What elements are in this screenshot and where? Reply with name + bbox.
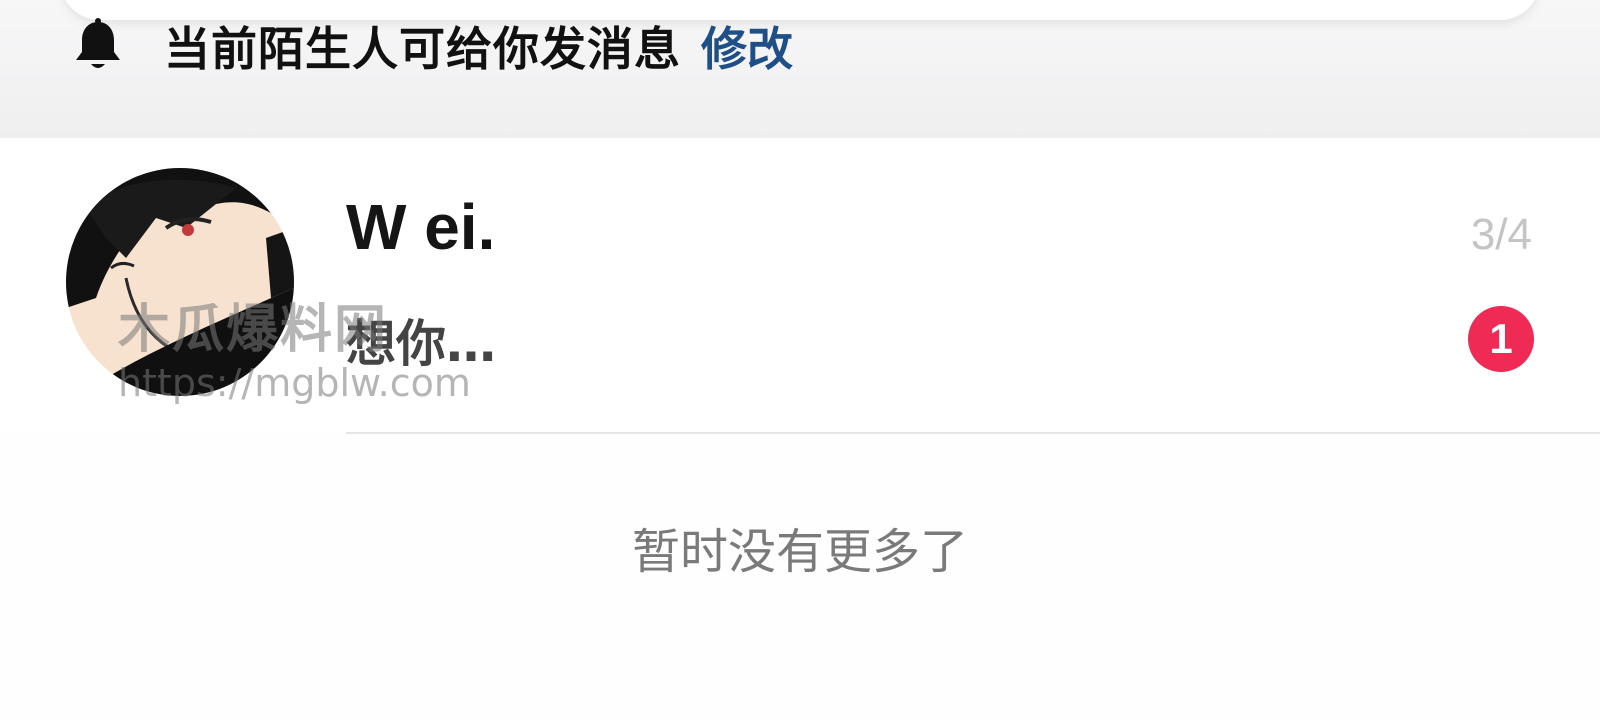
bell-icon [76, 18, 120, 68]
notice-row: 当前陌生人可给你发消息 修改 [72, 14, 793, 78]
row-divider [346, 432, 1600, 434]
unread-badge: 1 [1468, 306, 1534, 372]
contact-name: W ei. [346, 191, 496, 263]
message-list-page: 当前陌生人可给你发消息 修改 W ei. 3/4 想你… 1 木瓜爆料网 htt… [0, 0, 1600, 720]
message-preview: 想你… [346, 315, 496, 373]
stranger-message-notice-bar: 当前陌生人可给你发消息 修改 [0, 0, 1600, 138]
notice-text: 当前陌生人可给你发消息 [164, 22, 681, 76]
no-more-text: 暂时没有更多了 [631, 524, 968, 580]
message-date: 3/4 [1470, 210, 1532, 259]
avatar-illustration [66, 168, 294, 396]
chat-list-item[interactable]: W ei. 3/4 想你… 1 [0, 138, 1600, 434]
modify-link[interactable]: 修改 [701, 13, 793, 79]
avatar [66, 168, 294, 396]
